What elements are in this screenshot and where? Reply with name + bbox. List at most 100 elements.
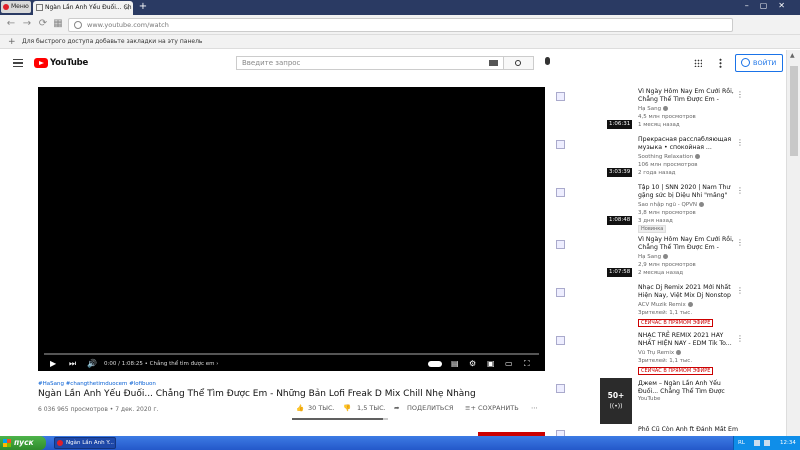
rec-channel[interactable]: Vũ Trụ Remix bbox=[638, 350, 682, 356]
hamburger-menu-icon[interactable] bbox=[13, 59, 23, 67]
add-bookmark-icon[interactable]: + bbox=[8, 35, 16, 49]
like-icon[interactable]: 👍 bbox=[296, 404, 304, 412]
settings-dots-icon[interactable] bbox=[719, 58, 722, 68]
verified-icon bbox=[663, 254, 669, 259]
rec-title[interactable]: NHẠC TRẺ REMIX 2021 HAY NHẤT HIỆN NAY - … bbox=[638, 332, 738, 348]
browser-menu-label: Меню bbox=[11, 3, 29, 10]
recommendation-item[interactable]: Phố Cũ Còn Anh ft Đánh Mất Em bbox=[556, 426, 786, 436]
like-count[interactable]: 30 ТЫС. bbox=[308, 404, 335, 412]
mix-thumbnail[interactable]: 50+ ((•)) bbox=[600, 378, 632, 424]
rec-title[interactable]: Tập 10 | SNN 2020 | Nam Thư gặng sức bị … bbox=[638, 184, 738, 200]
taskbar-item-browser[interactable]: Ngàn Lần Anh Y... bbox=[54, 437, 116, 449]
volume-tray-icon[interactable] bbox=[764, 440, 770, 446]
rec-title[interactable]: Vì Ngày Hôm Nay Em Cưới Rồi, Chẳng Thể T… bbox=[638, 236, 738, 252]
scroll-up-icon[interactable]: ▲ bbox=[790, 52, 795, 59]
microphone-icon[interactable] bbox=[545, 57, 550, 65]
miniplayer-icon[interactable]: ▣ bbox=[487, 359, 495, 369]
thumbnail-image[interactable] bbox=[556, 288, 565, 297]
dislike-icon[interactable]: 👎 bbox=[343, 404, 351, 412]
page-scrollbar[interactable]: ▲ bbox=[786, 50, 800, 436]
rec-title[interactable]: Прекрасная расслабляющая музыка • спокой… bbox=[638, 136, 738, 152]
tab-close-icon[interactable]: × bbox=[124, 1, 130, 15]
youtube-header: YouTube Введите запрос ВОЙТИ bbox=[0, 50, 786, 78]
start-button[interactable]: пуск bbox=[0, 436, 46, 450]
search-input[interactable]: Введите запрос bbox=[236, 56, 504, 70]
apps-grid-icon[interactable] bbox=[694, 59, 702, 67]
recommendation-item[interactable]: Nhạc Dj Remix 2021 Mới Nhất Hiện Nay, Vi… bbox=[556, 284, 786, 330]
recommendation-item[interactable]: 1:07:58 Vì Ngày Hôm Nay Em Cưới Rồi, Chẳ… bbox=[556, 236, 786, 282]
back-icon[interactable]: ← bbox=[5, 18, 17, 30]
video-player[interactable]: ▶ ⏭ 🔊 0:00 / 1:08:25 • Chẳng thể tìm đượ… bbox=[38, 87, 545, 371]
opera-logo-icon bbox=[3, 4, 9, 10]
thumbnail-image[interactable] bbox=[556, 384, 565, 393]
youtube-play-icon bbox=[34, 58, 48, 68]
next-button[interactable]: ⏭ bbox=[69, 359, 76, 369]
browser-tab-bar: Меню Ngàn Lần Anh Yếu Đuối... Ch × + –▢✕ bbox=[0, 0, 800, 15]
rec-channel[interactable]: Hạ Sang bbox=[638, 254, 669, 260]
theater-mode-icon[interactable]: ▭ bbox=[505, 359, 513, 369]
user-icon bbox=[741, 58, 750, 67]
fullscreen-icon[interactable]: ⛶ bbox=[524, 359, 530, 369]
verified-icon bbox=[687, 302, 693, 307]
dislike-count[interactable]: 1,5 ТЫС. bbox=[357, 404, 386, 412]
rec-title[interactable]: Vì Ngày Hôm Nay Em Cưới Rồi, Chẳng Thể T… bbox=[638, 88, 738, 104]
recommendation-item[interactable]: NHẠC TRẺ REMIX 2021 HAY NHẤT HIỆN NAY - … bbox=[556, 332, 786, 378]
search-button[interactable] bbox=[504, 56, 534, 70]
autoplay-toggle[interactable] bbox=[428, 361, 442, 367]
rec-viewers: Зрителей: 1,1 тыс. bbox=[638, 310, 693, 316]
more-icon[interactable]: ⋮ bbox=[736, 334, 744, 343]
bookmarks-hint: Для быстрого доступа добавьте закладки н… bbox=[22, 38, 203, 45]
thumbnail-image[interactable] bbox=[556, 188, 565, 197]
browser-tab[interactable]: Ngàn Lần Anh Yếu Đuối... Ch × bbox=[33, 1, 133, 15]
more-icon[interactable]: ⋮ bbox=[736, 138, 744, 147]
settings-icon[interactable]: ⚙ bbox=[469, 359, 476, 369]
scrollbar-thumb[interactable] bbox=[790, 66, 798, 156]
rec-title[interactable]: Phố Cũ Còn Anh ft Đánh Mất Em bbox=[638, 426, 738, 434]
recommendation-item[interactable]: 3:03:39 Прекрасная расслабляющая музыка … bbox=[556, 136, 786, 182]
thumbnail-image[interactable] bbox=[556, 240, 565, 249]
language-indicator[interactable]: RL bbox=[738, 436, 745, 450]
tray-app-icon[interactable] bbox=[754, 440, 760, 446]
share-icon[interactable]: ➦ bbox=[394, 404, 399, 412]
rec-channel[interactable]: Sao nhập ngũ - QPVN bbox=[638, 202, 705, 208]
rec-date: 2 года назад bbox=[638, 170, 676, 176]
speed-dial-icon[interactable]: ▦ bbox=[52, 18, 64, 30]
thumbnail-image[interactable] bbox=[556, 92, 565, 101]
thumbnail-image[interactable] bbox=[556, 336, 565, 345]
play-button[interactable]: ▶ bbox=[50, 359, 56, 369]
rec-channel[interactable]: ACV Muzik Remix bbox=[638, 302, 693, 308]
subtitles-icon[interactable]: ▤ bbox=[451, 359, 459, 369]
more-icon[interactable]: ⋮ bbox=[736, 286, 744, 295]
video-hashtags[interactable]: #HaSang #changthetimduocem #lofibuon bbox=[38, 381, 156, 387]
more-icon[interactable]: ⋮ bbox=[736, 238, 744, 247]
address-bar[interactable]: www.youtube.com/watch bbox=[68, 18, 733, 32]
time-label: 0:00 / 1:08:25 bbox=[104, 361, 143, 367]
recommendation-item[interactable]: Джем – Ngàn Lần Anh Yếu Đuối... Chẳng Th… bbox=[556, 380, 786, 426]
reload-icon[interactable]: ⟳ bbox=[37, 18, 49, 30]
share-button[interactable]: ПОДЕЛИТЬСЯ bbox=[407, 404, 453, 412]
rec-channel[interactable]: Soothing Relaxation bbox=[638, 154, 701, 160]
browser-menu-button[interactable]: Меню bbox=[1, 1, 31, 13]
rec-channel[interactable]: Hạ Sang bbox=[638, 106, 669, 112]
chapter-label[interactable]: • Chẳng thể tìm được em › bbox=[145, 361, 219, 367]
recommendation-item[interactable]: 1:08:48 Tập 10 | SNN 2020 | Nam Thư gặng… bbox=[556, 184, 786, 233]
signin-button[interactable]: ВОЙТИ bbox=[735, 54, 783, 72]
rec-title[interactable]: Джем – Ngàn Lần Anh Yếu Đuối... Chẳng Th… bbox=[638, 380, 738, 396]
thumbnail-image[interactable] bbox=[556, 140, 565, 149]
save-icon[interactable]: ≡+ bbox=[465, 404, 476, 412]
volume-icon[interactable]: 🔊 bbox=[87, 359, 97, 369]
bookmarks-bar: + Для быстрого доступа добавьте закладки… bbox=[0, 35, 800, 49]
rec-channel[interactable]: YouTube bbox=[638, 396, 660, 402]
more-icon[interactable]: ⋮ bbox=[736, 186, 744, 195]
recommendation-item[interactable]: 1:06:31 Vì Ngày Hôm Nay Em Cưới Rồi, Chẳ… bbox=[556, 88, 786, 134]
keyboard-icon[interactable] bbox=[489, 60, 498, 66]
save-button[interactable]: СОХРАНИТЬ bbox=[478, 404, 519, 412]
more-icon[interactable]: ⋮ bbox=[736, 90, 744, 99]
rec-title[interactable]: Nhạc Dj Remix 2021 Mới Nhất Hiện Nay, Vi… bbox=[638, 284, 738, 300]
progress-bar[interactable] bbox=[44, 353, 539, 355]
window-controls[interactable]: –▢✕ bbox=[745, 1, 796, 10]
forward-icon[interactable]: → bbox=[21, 18, 33, 30]
more-actions-icon[interactable]: ⋯ bbox=[531, 404, 538, 412]
new-tab-button[interactable]: + bbox=[137, 0, 149, 14]
search-icon bbox=[515, 60, 521, 66]
